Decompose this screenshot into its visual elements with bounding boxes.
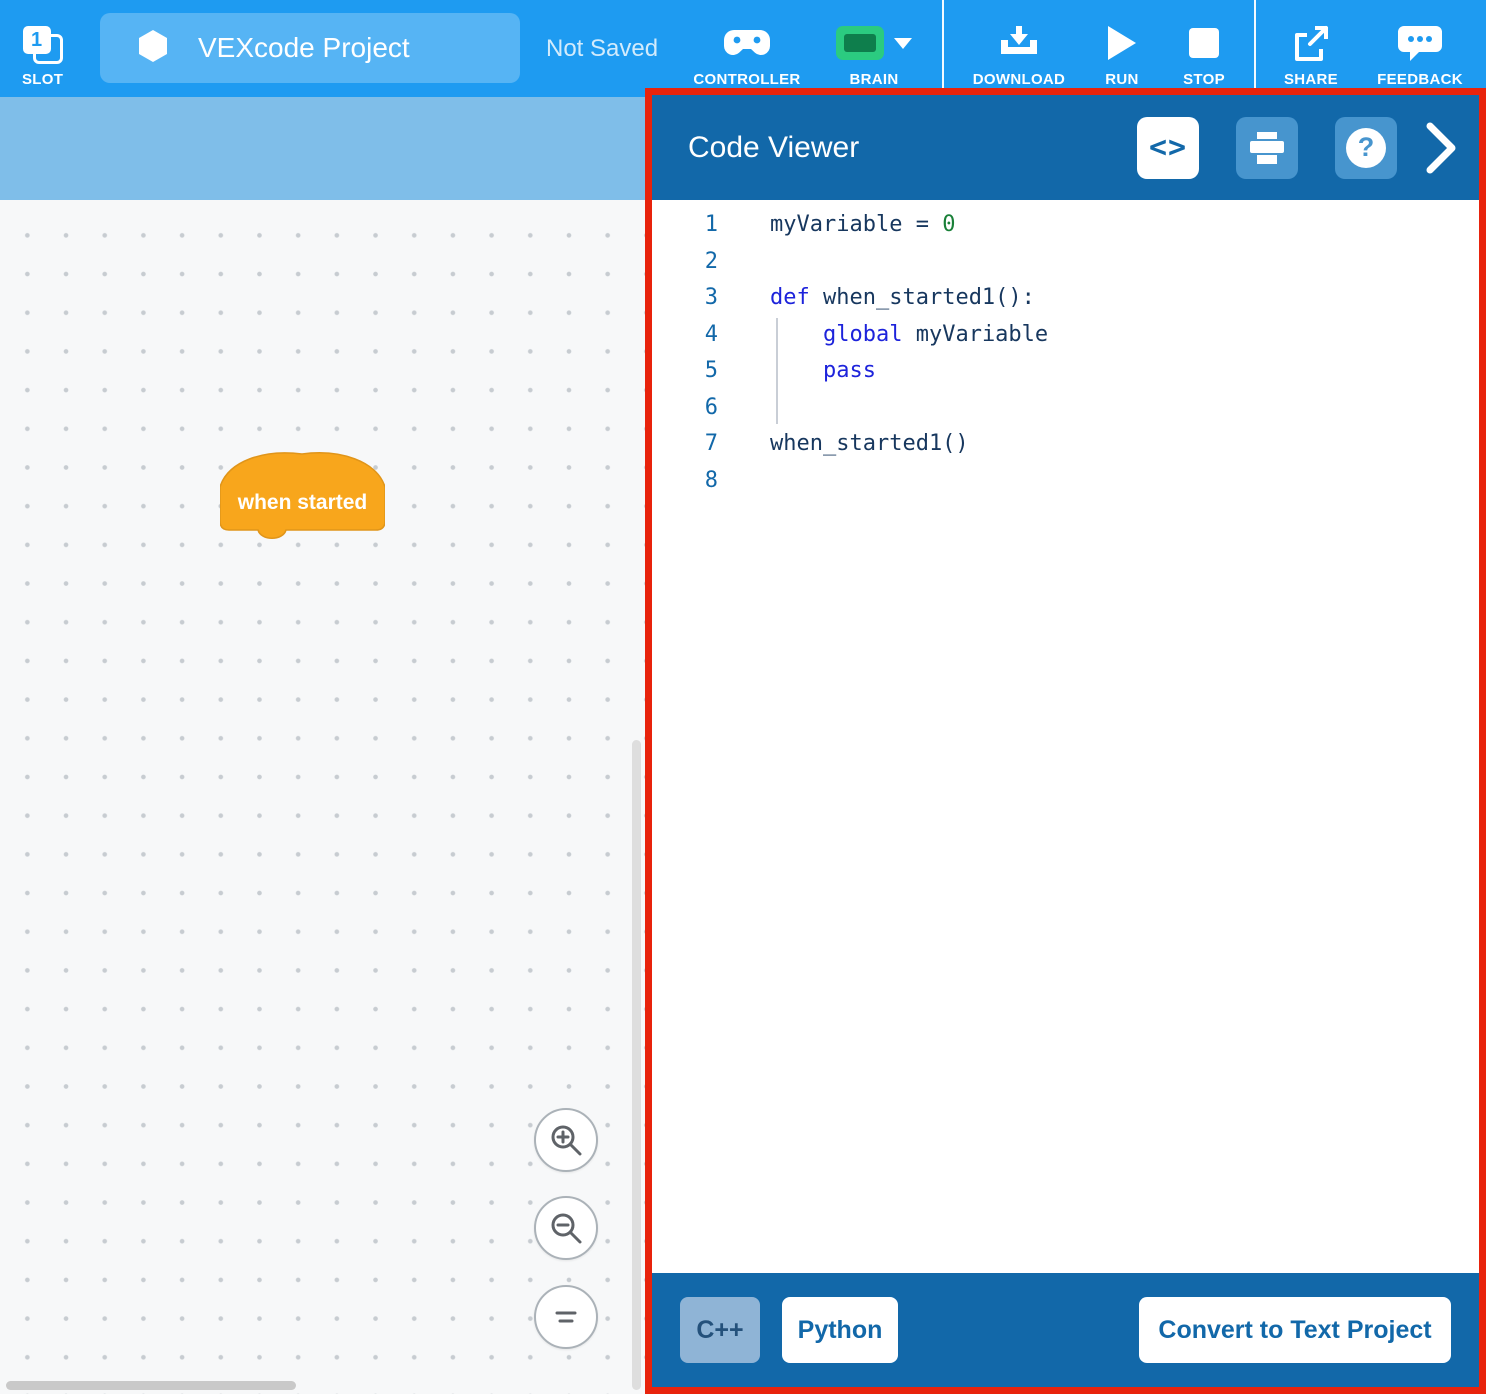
code-line: 7when_started1() — [652, 426, 1479, 463]
run-icon — [1108, 23, 1136, 63]
feedback-button[interactable]: FEEDBACK — [1364, 0, 1476, 97]
brain-label: BRAIN — [850, 71, 899, 88]
controller-icon — [723, 23, 771, 63]
convert-to-text-project-button[interactable]: Convert to Text Project — [1139, 1297, 1451, 1363]
indent-guide — [776, 318, 778, 424]
line-number: 3 — [652, 280, 718, 317]
brain-button[interactable]: BRAIN — [824, 0, 924, 97]
slot-number: 1 — [23, 26, 51, 54]
vexcode-app: 1 SLOT VEXcode Project Not Saved CON — [0, 0, 1486, 1394]
zoom-out-button[interactable] — [534, 1196, 598, 1260]
code-text: when_started1() — [718, 426, 969, 463]
zoom-in-icon — [548, 1122, 584, 1158]
line-number: 6 — [652, 390, 718, 427]
question-mark-icon: ? — [1346, 128, 1386, 168]
when-started-block[interactable]: when started — [220, 449, 385, 542]
code-text — [718, 244, 770, 281]
brain-screen-icon — [844, 34, 876, 52]
code-area: 1myVariable = 023def when_started1():4 g… — [652, 200, 1479, 1273]
toolbar-actions: CONTROLLER BRAIN DOWNLOAD — [686, 0, 1486, 97]
code-viewer-title: Code Viewer — [688, 131, 859, 165]
zoom-reset-icon — [551, 1302, 581, 1332]
code-text — [718, 390, 770, 427]
stop-label: STOP — [1183, 71, 1225, 88]
save-status: Not Saved — [546, 0, 658, 97]
code-viewer-panel: Code Viewer <> ? — [645, 88, 1486, 1394]
line-number: 1 — [652, 207, 718, 244]
download-icon — [999, 23, 1039, 63]
code-text: myVariable = 0 — [718, 207, 955, 244]
code-line: 8 — [652, 463, 1479, 500]
python-language-button[interactable]: Python — [782, 1297, 898, 1363]
line-number: 7 — [652, 426, 718, 463]
top-toolbar: 1 SLOT VEXcode Project Not Saved CON — [0, 0, 1486, 97]
code-line: 2 — [652, 244, 1479, 281]
toolbar-divider — [942, 0, 944, 97]
code-viewer-header-icons: <> ? — [1100, 117, 1457, 179]
hexagon-icon — [138, 29, 168, 68]
feedback-label: FEEDBACK — [1377, 71, 1463, 88]
code-text: global myVariable — [718, 317, 1048, 354]
blocks-canvas[interactable]: when started — [0, 200, 652, 1394]
share-button[interactable]: SHARE — [1274, 0, 1348, 97]
controller-label: CONTROLLER — [693, 71, 800, 88]
collapse-panel-button[interactable] — [1425, 121, 1457, 175]
print-button[interactable] — [1236, 117, 1298, 179]
line-number: 5 — [652, 353, 718, 390]
zoom-reset-button[interactable] — [534, 1285, 598, 1349]
controller-button[interactable]: CONTROLLER — [686, 0, 808, 97]
project-title: VEXcode Project — [198, 32, 410, 64]
toolbar-divider — [1254, 0, 1256, 97]
slot-icon: 1 — [23, 26, 63, 64]
line-number: 8 — [652, 463, 718, 500]
code-text: pass — [718, 353, 876, 390]
share-label: SHARE — [1284, 71, 1338, 88]
help-button[interactable]: ? — [1335, 117, 1397, 179]
vertical-scrollbar[interactable] — [632, 740, 641, 1390]
share-icon — [1293, 23, 1329, 63]
cpp-language-button[interactable]: C++ — [680, 1297, 760, 1363]
horizontal-scrollbar[interactable] — [6, 1381, 296, 1390]
stop-button[interactable]: STOP — [1172, 0, 1236, 97]
run-label: RUN — [1105, 71, 1138, 88]
download-button[interactable]: DOWNLOAD — [962, 0, 1076, 97]
feedback-icon — [1398, 23, 1442, 63]
chevron-right-icon — [1425, 121, 1457, 175]
download-label: DOWNLOAD — [973, 71, 1065, 88]
code-text — [718, 463, 770, 500]
code-line: 3def when_started1(): — [652, 280, 1479, 317]
zoom-out-icon — [548, 1210, 584, 1246]
when-started-label: when started — [220, 491, 385, 515]
code-viewer-footer: C++ Python Convert to Text Project — [652, 1273, 1479, 1387]
stop-icon — [1189, 23, 1219, 63]
block-palette-strip — [0, 97, 652, 200]
brain-dropdown-caret-icon — [894, 38, 912, 49]
slot-selector[interactable]: 1 SLOT — [22, 0, 63, 97]
project-title-box[interactable]: VEXcode Project — [100, 13, 520, 83]
code-viewer-header: Code Viewer <> ? — [652, 95, 1479, 200]
line-number: 4 — [652, 317, 718, 354]
code-line: 1myVariable = 0 — [652, 207, 1479, 244]
printer-icon — [1250, 132, 1284, 164]
run-button[interactable]: RUN — [1090, 0, 1154, 97]
zoom-in-button[interactable] — [534, 1108, 598, 1172]
line-number: 2 — [652, 244, 718, 281]
slot-label: SLOT — [22, 71, 63, 88]
brain-icon — [836, 23, 912, 63]
code-text: def when_started1(): — [718, 280, 1035, 317]
code-icon[interactable]: <> — [1137, 117, 1199, 179]
